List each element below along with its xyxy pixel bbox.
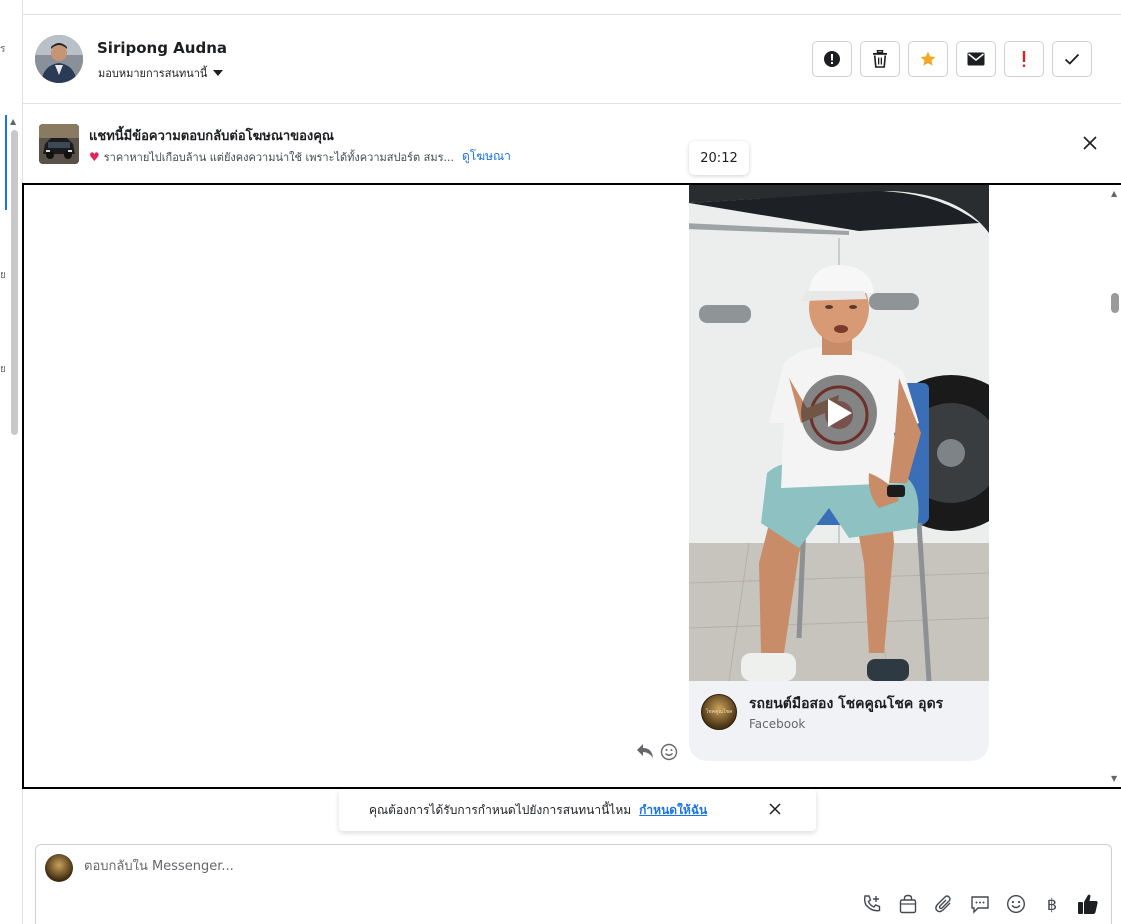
conversation-header: Siripong Audna มอบหมายการสนทนานี้ (23, 15, 1121, 104)
page-logo-text: โชคคูณโชค (705, 709, 733, 715)
page-logo: โชคคูณโชค (701, 694, 737, 730)
conversation-list-edge: ▲ ร ย ย (0, 0, 23, 924)
page-avatar (45, 854, 73, 882)
close-icon (1083, 136, 1097, 150)
smiley-icon (1006, 894, 1026, 914)
call-button[interactable] (861, 893, 883, 915)
reply-input[interactable] (84, 859, 984, 874)
page-name: รถยนต์มือสอง โชคคูณโชค อุดร (749, 696, 944, 712)
thumbs-up-icon (1078, 894, 1098, 914)
shopping-bag-icon (899, 894, 917, 914)
assign-label: มอบหมายการสนทนานี้ (98, 67, 208, 80)
play-icon (828, 399, 852, 427)
trash-icon (873, 50, 887, 68)
star-button[interactable] (908, 41, 948, 77)
selected-indicator (5, 115, 7, 210)
user-name[interactable]: Siripong Audna (97, 39, 227, 57)
close-banner-button[interactable] (1081, 134, 1099, 152)
mark-done-button[interactable] (1052, 41, 1092, 77)
ad-banner-title: แชทนี้มีข้อความตอบกลับต่อโฆษณาของคุณ (89, 129, 334, 144)
attach-button[interactable] (933, 893, 955, 915)
scroll-down-arrow-icon[interactable]: ▼ (1111, 774, 1117, 783)
payment-button[interactable]: ฿ (1041, 893, 1063, 915)
shared-video-message[interactable]: โชคคูณโชค รถยนต์มือสอง โชคคูณโชค อุดร Fa… (689, 185, 989, 761)
like-button[interactable] (1077, 893, 1099, 915)
next-message-peek (919, 777, 1079, 787)
assign-to-me-link[interactable]: กำหนดให้ฉัน (639, 801, 707, 820)
view-ad-link[interactable]: ดูโฆษณา (462, 147, 511, 166)
composer-toolbar: ฿ (861, 893, 1099, 915)
inbox-conversation-view: ▲ ร ย ย Siripong Audna มอบหมายการสนทนานี… (0, 0, 1121, 924)
assign-to-me-prompt: คุณต้องการได้รับการกำหนดไปยังการสนทนานี้… (339, 789, 816, 831)
mark-unread-button[interactable] (956, 41, 996, 77)
caret-down-icon (213, 70, 224, 76)
chat-bubble-icon (971, 896, 989, 914)
video-preview[interactable] (689, 185, 989, 681)
envelope-icon (967, 52, 985, 66)
message-thread[interactable]: โชคคูณโชค รถยนต์มือสอง โชคคูณโชค อุดร Fa… (22, 183, 1121, 789)
smiley-icon (660, 743, 678, 761)
react-button[interactable] (660, 743, 678, 765)
page-text: รถยนต์มือสอง โชคคูณโชค อุดร Facebook (749, 693, 943, 731)
ad-banner-snippet-row: ♥ ราคาหายไปเกือบล้าน แต่ยังคงความน่าใช้ … (89, 147, 511, 166)
star-icon (920, 51, 936, 66)
shared-page-info[interactable]: โชคคูณโชค รถยนต์มือสอง โชคคูณโชค อุดร Fa… (701, 693, 943, 731)
user-avatar[interactable] (35, 35, 83, 83)
thread-scrollbar[interactable]: ▲ ▼ (1109, 185, 1121, 787)
scroll-up-arrow-icon[interactable]: ▲ (1111, 189, 1117, 198)
list-item-fragment: ย (0, 364, 6, 375)
saved-replies-button[interactable] (969, 893, 991, 915)
paperclip-icon (935, 895, 951, 913)
play-button[interactable] (801, 375, 877, 451)
reply-composer: ฿ (35, 844, 1112, 924)
assign-conversation-dropdown[interactable]: มอบหมายการสนทนานี้ (98, 64, 224, 82)
ad-reply-banner: แชทนี้มีข้อความตอบกลับต่อโฆษณาของคุณ ♥ ร… (23, 104, 1121, 182)
close-prompt-button[interactable] (768, 802, 782, 819)
heart-icon: ♥ (89, 149, 100, 164)
phone-add-icon (863, 895, 881, 912)
assign-prompt-text: คุณต้องการได้รับการกำหนดไปยังการสนทนานี้… (369, 802, 632, 817)
scroll-up-arrow-icon[interactable]: ▲ (10, 117, 16, 126)
page-source: Facebook (749, 717, 806, 731)
reply-icon (637, 744, 653, 758)
list-item-fragment: ย (0, 270, 6, 281)
alert-circle-icon (824, 51, 840, 67)
mark-spam-button[interactable] (812, 41, 852, 77)
check-icon (1064, 53, 1080, 65)
close-icon (769, 803, 781, 815)
delete-button[interactable] (860, 41, 900, 77)
exclamation-icon (1022, 51, 1026, 67)
list-item-fragment: ร (0, 44, 6, 55)
ad-snippet: ราคาหายไปเกือบล้าน แต่ยังคงความน่าใช้ เพ… (103, 150, 454, 164)
conversation-list-scrollbar[interactable] (11, 130, 18, 435)
baht-icon: ฿ (1046, 894, 1058, 914)
ad-thumbnail[interactable] (39, 124, 79, 164)
reply-button[interactable] (636, 743, 654, 763)
timestamp-tooltip: 20:12 (689, 141, 749, 175)
emoji-button[interactable] (1005, 893, 1027, 915)
header-actions (812, 41, 1092, 77)
follow-up-button[interactable] (1004, 41, 1044, 77)
shop-button[interactable] (897, 893, 919, 915)
thread-scroll-thumb[interactable] (1111, 293, 1119, 313)
